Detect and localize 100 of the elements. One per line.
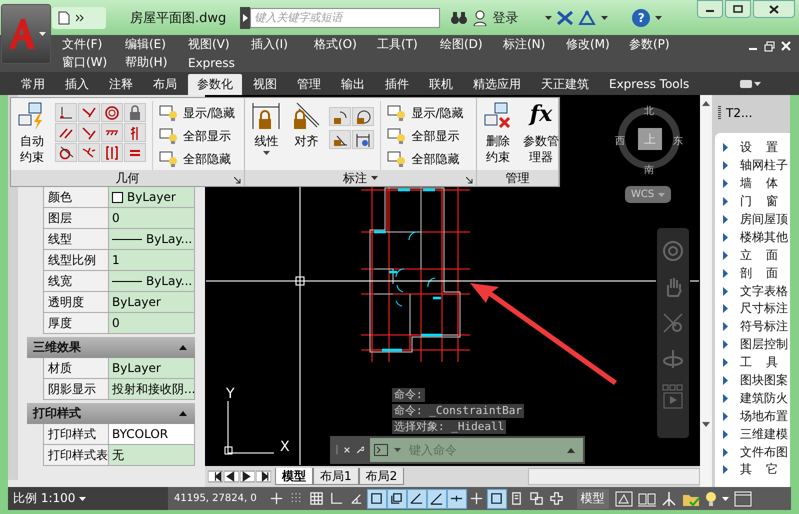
sign-in-button[interactable]: 登录 [492,8,518,26]
tab-navigation-icon[interactable] [256,469,271,484]
menu-item[interactable]: 标注(N) [491,36,554,54]
constraint-button[interactable] [78,103,100,122]
triangle-network-icon[interactable] [578,10,596,26]
dimension-tool-button[interactable] [352,130,374,149]
document-icon[interactable] [58,10,70,24]
launcher-icon[interactable] [234,177,242,184]
quick-access-toolbar[interactable] [52,6,106,28]
menu-item[interactable]: 修改(M) [554,36,617,54]
collapse-icon[interactable] [179,411,187,416]
play-arrow-icon[interactable] [242,14,248,22]
palette-item[interactable]: 文字表格 [715,282,790,300]
property-value[interactable]: ByLayer [109,187,195,208]
ribbon-tab[interactable]: 插件 [376,74,418,95]
close-button[interactable] [753,0,795,18]
lightbulb-icon[interactable] [704,490,717,506]
palette-item[interactable]: 建筑防火 [715,389,790,408]
constraint-icon[interactable] [81,124,97,140]
book-icon[interactable] [638,490,656,506]
constraint-button[interactable] [124,123,146,142]
palette-item[interactable]: 门 窗 [715,192,790,211]
ribbon-button[interactable]: 全部显示 [387,127,464,145]
palette-item[interactable]: 其 它 [715,461,790,479]
ribbon-tab[interactable]: 参数化 [188,74,242,95]
dimension-tool-button[interactable] [329,130,352,149]
constraint-button[interactable] [101,123,123,142]
property-value[interactable]: 无 [109,445,195,466]
launcher-icon[interactable] [466,177,473,184]
layout-tab[interactable]: 模型 [275,468,313,485]
bulb-icon[interactable] [159,150,179,168]
palette-item[interactable]: 文件布图 [715,443,790,462]
search-toggle[interactable] [240,6,250,28]
palette-item[interactable]: 墙 体 [715,174,790,193]
grip-icon[interactable] [718,106,721,120]
scroll-down-icon[interactable] [702,422,710,427]
help-button[interactable]: ? [632,8,650,26]
close-icon[interactable] [344,445,350,455]
property-value[interactable]: 0 [109,208,195,229]
constraint-button[interactable] [55,103,77,122]
constraint-button[interactable] [101,143,123,162]
ribbon-button[interactable]: fx 参数管理器 [521,101,561,170]
menu-item[interactable]: Express [176,54,239,72]
x-logo-icon[interactable] [557,10,574,24]
section-header[interactable]: 三维效果 [27,337,195,358]
ribbon-tab[interactable]: 联机 [420,74,462,95]
minimize-button[interactable] [697,0,723,18]
showmotion-icon[interactable] [662,384,684,410]
chevron-icon[interactable] [76,14,84,22]
ribbon-tab[interactable]: Express Tools [600,74,698,95]
ribbon-button[interactable]: 自动约束 [15,101,49,170]
ribbon-tab[interactable]: 管理 [288,74,330,95]
menu-item[interactable]: 编辑(E) [113,36,176,54]
bulb-icon[interactable] [387,127,408,145]
property-value[interactable]: ByLay... [109,271,195,292]
palette-item[interactable]: 图层控制 [715,336,790,354]
palette-item[interactable]: 三维建模 [715,425,790,444]
palette-item[interactable]: 设 置 [715,139,790,157]
palette-item[interactable]: 工 具 [715,354,790,372]
ribbon-tab[interactable]: 天正建筑 [532,74,598,95]
constraint-button[interactable] [124,103,146,122]
horizontal-scrollbar[interactable] [528,468,700,485]
ribbon-button[interactable]: 删除约束 [481,101,515,170]
menu-item[interactable]: 文件(F) [50,36,113,54]
ribbon-button[interactable]: 显示/隐藏 [159,104,236,122]
ribbon-button[interactable]: 线性 [249,101,284,170]
dimension-constraint-icon[interactable] [332,108,348,124]
menu-item[interactable]: 参数(P) [617,36,680,54]
constraint-button[interactable] [124,143,146,162]
bulb-icon[interactable] [387,150,408,168]
menu-item[interactable]: 绘图(D) [428,36,491,54]
ribbon-button[interactable]: 显示/隐藏 [387,104,464,122]
ribbon-tab[interactable]: 输出 [332,74,374,95]
menu-item[interactable]: 插入(I) [239,36,302,54]
scale-selector[interactable]: 比例 1:100 [8,487,168,510]
maximize-button[interactable] [725,0,751,18]
ribbon-tab[interactable]: 精选应用 [464,74,530,95]
user-icon[interactable] [473,10,488,26]
constraint-button[interactable] [55,123,77,142]
ribbon-tab[interactable]: 常用 [12,74,54,95]
bulb-icon[interactable] [159,127,179,145]
close-icon[interactable] [769,4,779,14]
ribbon-tab[interactable]: 视图 [244,74,286,95]
viewport-icon[interactable] [614,490,633,506]
constraint-icon[interactable] [104,144,120,160]
annotation-scale-icon[interactable] [660,490,677,506]
maximize-icon[interactable] [733,5,743,13]
palette-item[interactable]: 剖 面 [715,264,790,282]
property-value[interactable]: 0 [109,313,195,334]
menu-item[interactable]: 窗口(W) [50,54,113,72]
binoculars-icon[interactable] [450,10,468,24]
ribbon-tab[interactable]: 布局 [144,74,186,95]
bulb-icon[interactable] [159,104,179,122]
palette-item[interactable]: 楼梯其他 [715,228,790,246]
palette-item[interactable]: 轴网柱子 [715,156,790,175]
constraint-button[interactable] [55,143,77,162]
tab-navigation-icon[interactable] [208,469,223,484]
ribbon-button[interactable]: 全部隐藏 [159,150,236,168]
property-value[interactable]: 投射和接收阴... [109,379,195,400]
constraint-icon[interactable] [58,104,74,120]
